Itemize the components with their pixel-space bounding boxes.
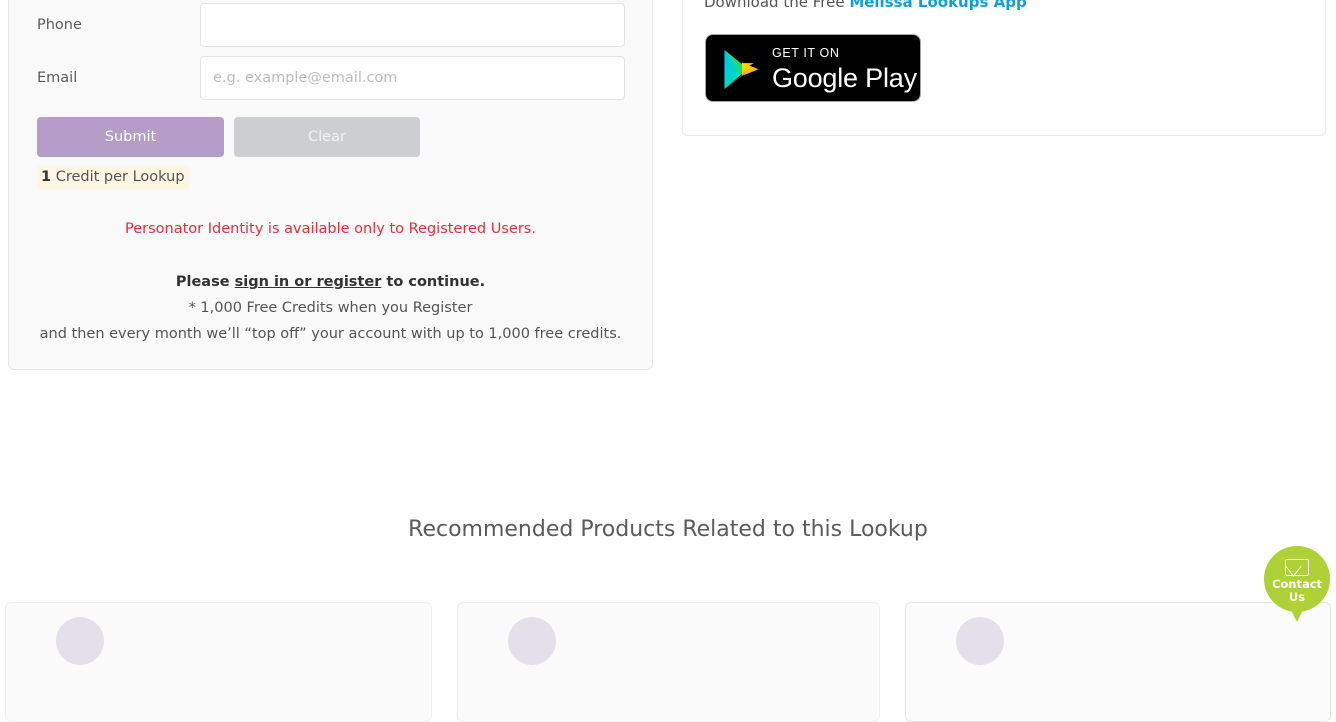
- envelope-icon: [1285, 559, 1309, 576]
- signin-prefix: Please: [175, 274, 235, 290]
- product-avatar: [956, 617, 1004, 665]
- google-play-get-it-on: GET IT ON: [772, 46, 840, 60]
- product-card[interactable]: [457, 602, 880, 722]
- recommended-products-title: Recommended Products Related to this Loo…: [408, 517, 928, 542]
- contact-us-widget[interactable]: Contact Us: [1264, 546, 1330, 626]
- google-play-text-group: GET IT ON Google Play: [772, 45, 917, 94]
- melissa-lookups-app-link[interactable]: Melissa Lookups App: [849, 0, 1026, 11]
- product-avatar: [56, 617, 104, 665]
- google-play-badge[interactable]: GET IT ON Google Play: [705, 34, 921, 102]
- contact-us-label: Contact Us: [1264, 578, 1330, 604]
- phone-input[interactable]: [200, 3, 625, 47]
- download-prefix: Download the Free: [704, 0, 850, 11]
- phone-label: Phone: [37, 17, 82, 33]
- signin-or-register-link[interactable]: sign in or register: [235, 274, 382, 290]
- form-field-email: Email: [9, 56, 652, 100]
- clear-button[interactable]: Clear: [234, 117, 420, 157]
- email-input[interactable]: [200, 56, 625, 100]
- form-field-phone: Phone: [9, 3, 652, 47]
- registered-users-notice: Personator Identity is available only to…: [125, 221, 536, 237]
- credit-per-lookup-badge: 1 Credit per Lookup: [37, 166, 189, 189]
- contact-us-line2: Us: [1288, 590, 1306, 604]
- form-button-row: Submit Clear: [37, 117, 437, 157]
- credit-count: 1: [41, 169, 52, 185]
- contact-us-line1: Contact: [1271, 577, 1323, 591]
- signin-prompt: Please sign in or register to continue.: [9, 269, 652, 295]
- mobile-app-panel: Download the Free Melissa Lookups App GE…: [682, 0, 1326, 136]
- product-card[interactable]: [5, 602, 432, 722]
- credit-text: Credit per Lookup: [51, 169, 185, 185]
- signin-block: Please sign in or register to continue. …: [9, 269, 652, 347]
- signin-suffix: to continue.: [381, 274, 486, 290]
- download-app-text: Download the Free Melissa Lookups App: [704, 0, 1027, 12]
- product-avatar: [508, 617, 556, 665]
- lookup-form-panel: Phone Email Submit Clear 1 Credit per Lo…: [8, 0, 653, 370]
- google-play-wordmark: Google Play: [772, 63, 917, 93]
- free-credits-note: * 1,000 Free Credits when you Register: [188, 300, 473, 316]
- email-label: Email: [37, 70, 78, 86]
- submit-button[interactable]: Submit: [37, 117, 224, 157]
- google-play-triangle-icon: [724, 49, 759, 90]
- monthly-topoff-note: and then every month we’ll “top off” you…: [39, 326, 622, 342]
